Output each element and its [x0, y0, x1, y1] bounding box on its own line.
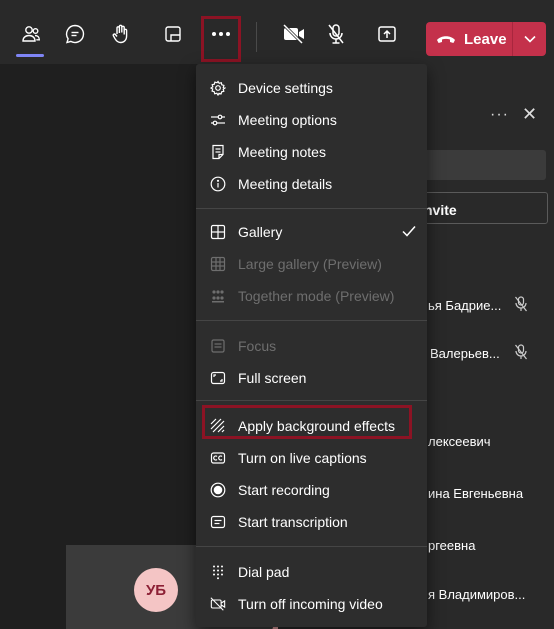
participant-name[interactable]: Валерьев...: [430, 346, 500, 361]
menu-item-label: Gallery: [238, 224, 283, 240]
focus-icon: [211, 339, 225, 353]
leave-options-button[interactable]: [513, 22, 546, 56]
video-off-icon: [210, 597, 226, 611]
mic-off-icon: [515, 296, 527, 312]
menu-item-label: Together mode (Preview): [238, 288, 395, 304]
checkmark-icon: [402, 226, 416, 237]
meeting-toolbar: Leave: [0, 0, 554, 64]
record-icon: [210, 482, 226, 498]
breakout-rooms-button[interactable]: [155, 16, 191, 52]
avatar: УБ: [134, 568, 178, 612]
mic-off-icon: [328, 24, 344, 44]
menu-item-label: Start recording: [238, 482, 330, 498]
menu-separator: [196, 320, 427, 321]
fullscreen-icon: [210, 371, 226, 385]
more-button-highlight: [201, 16, 241, 62]
menu-item-meeting-notes[interactable]: Meeting notes: [196, 136, 427, 168]
participant-name[interactable]: ргеевна: [428, 538, 475, 553]
rooms-icon: [165, 26, 181, 42]
menu-item-live-captions[interactable]: Turn on live captions: [196, 442, 427, 474]
menu-item-focus: Focus: [196, 330, 427, 362]
camera-button[interactable]: [276, 16, 312, 52]
menu-item-gallery[interactable]: Gallery: [196, 216, 427, 248]
hang-up-icon: [437, 36, 455, 43]
menu-item-label: Dial pad: [238, 564, 290, 580]
chat-icon: [65, 24, 85, 44]
menu-item-together-mode: Together mode (Preview): [196, 280, 427, 312]
menu-item-label: Turn off incoming video: [238, 596, 383, 612]
dial-pad-icon: [213, 565, 223, 580]
menu-item-start-recording[interactable]: Start recording: [196, 474, 427, 506]
leave-main-button[interactable]: Leave: [426, 22, 512, 56]
menu-item-meeting-options[interactable]: Meeting options: [196, 104, 427, 136]
sliders-icon: [211, 114, 225, 126]
people-icon: [22, 26, 41, 42]
menu-separator: [196, 208, 427, 209]
mic-off-icon: [515, 344, 527, 360]
people-button[interactable]: [13, 16, 49, 52]
raise-hand-button[interactable]: [103, 16, 139, 52]
share-icon: [378, 26, 396, 42]
gallery-icon: [210, 224, 226, 240]
participant-name[interactable]: я Владимиров...: [428, 587, 525, 602]
menu-item-dial-pad[interactable]: Dial pad: [196, 556, 427, 588]
menu-item-label: Meeting notes: [238, 144, 326, 160]
microphone-button[interactable]: [318, 16, 354, 52]
menu-item-label: Start transcription: [238, 514, 348, 530]
leave-button[interactable]: Leave: [426, 22, 546, 56]
captions-icon: [210, 452, 226, 464]
participant-name[interactable]: ья Бадрие...: [428, 298, 501, 313]
camera-off-icon: [282, 23, 304, 45]
active-tab-indicator: [16, 54, 44, 57]
menu-item-label: Focus: [238, 338, 277, 354]
menu-item-label: Large gallery (Preview): [238, 256, 382, 272]
menu-item-large-gallery: Large gallery (Preview): [196, 248, 427, 280]
menu-item-label: Meeting details: [238, 176, 333, 192]
large-gallery-icon: [210, 256, 226, 272]
menu-item-label: Turn on live captions: [238, 450, 367, 466]
background-effects-highlight: [202, 405, 412, 439]
notes-icon: [212, 144, 224, 160]
menu-item-device-settings[interactable]: Device settings: [196, 72, 427, 104]
menu-item-start-transcription[interactable]: Start transcription: [196, 506, 427, 538]
toolbar-divider: [256, 22, 257, 52]
together-mode-icon: [212, 290, 224, 303]
menu-item-label: Meeting options: [238, 112, 337, 128]
share-button[interactable]: [369, 16, 405, 52]
participant-name[interactable]: ина Евгеньевна: [428, 486, 523, 501]
close-icon[interactable]: ✕: [522, 104, 537, 125]
menu-item-turn-off-incoming-video[interactable]: Turn off incoming video: [196, 588, 427, 620]
participant-name[interactable]: лексеевич: [428, 434, 491, 449]
invite-label: nvite: [424, 202, 457, 218]
chat-button[interactable]: [57, 16, 93, 52]
gear-icon: [210, 80, 226, 96]
menu-item-label: Device settings: [238, 80, 333, 96]
info-icon: [210, 176, 226, 192]
leave-label: Leave: [464, 30, 507, 48]
chevron-down-icon: [523, 35, 536, 43]
menu-separator: [196, 546, 427, 547]
panel-more-button[interactable]: ···: [490, 106, 509, 124]
transcription-icon: [210, 515, 226, 529]
menu-item-meeting-details[interactable]: Meeting details: [196, 168, 427, 200]
raise-hand-icon: [112, 24, 128, 44]
menu-item-full-screen[interactable]: Full screen: [196, 362, 427, 394]
menu-item-label: Full screen: [238, 370, 307, 386]
menu-separator: [196, 400, 427, 401]
